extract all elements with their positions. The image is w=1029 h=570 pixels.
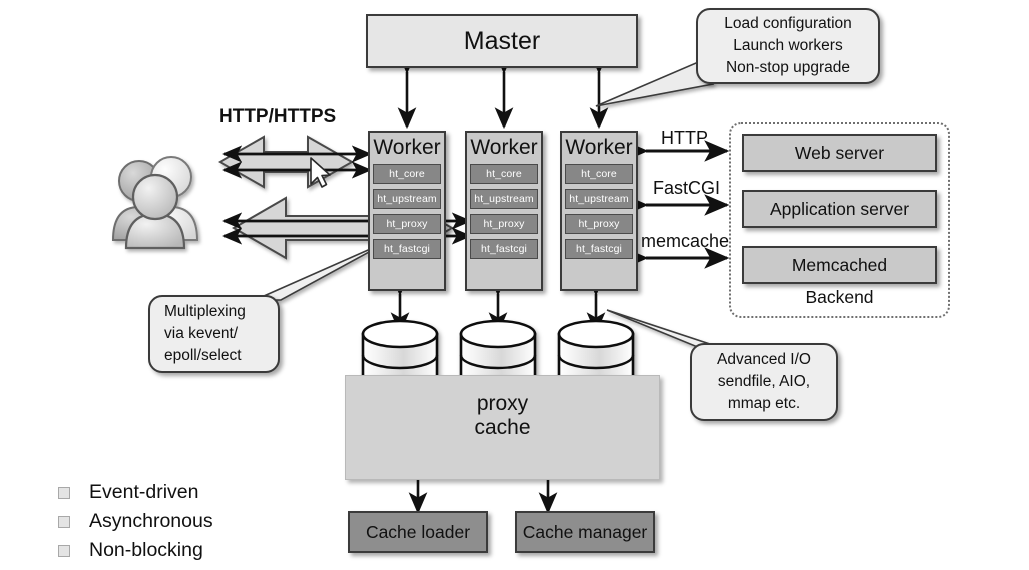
mouse-pointer-icon: [310, 157, 331, 188]
legend-item-event-driven-label: Event-driven: [89, 481, 199, 503]
worker-2-title: Worker: [470, 136, 538, 159]
worker-2-module-ht-upstream[interactable]: ht_upstream: [470, 189, 538, 209]
bullet-square-icon: [58, 515, 70, 528]
worker-cache-connectors: [390, 274, 606, 335]
worker-1-module-ht-fastcgi[interactable]: ht_fastcgi: [373, 239, 441, 259]
master-process-box[interactable]: Master: [366, 14, 638, 68]
proxy-cache-label: proxy cache: [474, 392, 530, 440]
callout-multiplexing-line2: via kevent/: [164, 325, 239, 342]
worker-1-module-ht-proxy[interactable]: ht_proxy: [373, 214, 441, 234]
diagram-canvas: Master Load configuration Launch workers…: [0, 0, 1029, 570]
worker-process-1[interactable]: Worker ht_core ht_upstream ht_proxy ht_f…: [368, 131, 446, 291]
worker-2-module-ht-proxy[interactable]: ht_proxy: [470, 214, 538, 234]
users-group-icon: [111, 156, 199, 250]
backend-group-label: Backend: [805, 287, 874, 307]
protocol-label-http: HTTP: [661, 128, 708, 148]
worker-1-title: Worker: [373, 136, 441, 159]
callout-multiplexing-line1: Multiplexing: [164, 303, 246, 320]
proxy-cache-title-line1: proxy: [476, 391, 529, 415]
callout-advanced-io: Advanced I/O sendfile, AIO, mmap etc.: [690, 343, 838, 421]
legend-item-event-driven: Event-driven: [58, 478, 213, 507]
feature-legend: Event-driven Asynchronous Non-blocking: [58, 478, 213, 565]
worker-process-3[interactable]: Worker ht_core ht_upstream ht_proxy ht_f…: [560, 131, 638, 291]
bullet-square-icon: [58, 544, 70, 557]
backend-memcached[interactable]: Memcached: [742, 246, 937, 284]
callout-multiplexing-line3: epoll/select: [164, 347, 242, 364]
backend-web-server-label: Web server: [794, 142, 885, 163]
callout-multiplexing: Multiplexing via kevent/ epoll/select: [148, 295, 280, 373]
callout-advanced-io-line1: Advanced I/O: [717, 351, 811, 368]
backend-web-server[interactable]: Web server: [742, 134, 937, 172]
callout-advanced-io-line3: mmap etc.: [727, 395, 801, 412]
callout-master-line1: Load configuration: [724, 15, 852, 32]
cache-loader-box[interactable]: Cache loader: [348, 511, 488, 553]
worker-3-module-ht-fastcgi[interactable]: ht_fastcgi: [565, 239, 633, 259]
backend-group: Web server Application server Memcached …: [729, 122, 950, 318]
worker-2-module-ht-core[interactable]: ht_core: [470, 164, 538, 184]
worker-3-title: Worker: [565, 136, 633, 159]
worker-3-module-ht-core[interactable]: ht_core: [565, 164, 633, 184]
master-label: Master: [463, 26, 541, 55]
backend-application-server-label: Application server: [769, 198, 910, 219]
master-worker-connectors: [397, 52, 609, 130]
worker-1-module-ht-core[interactable]: ht_core: [373, 164, 441, 184]
proxy-cache-title-line2: cache: [474, 415, 531, 439]
callout-advanced-io-line2: sendfile, AIO,: [717, 373, 811, 390]
client-traffic-arrow-upper: [217, 135, 355, 189]
callout-master-line2: Launch workers: [733, 37, 843, 54]
legend-item-asynchronous-label: Asynchronous: [89, 510, 213, 532]
legend-item-asynchronous: Asynchronous: [58, 507, 213, 536]
protocol-label-fastcgi: FastCGI: [653, 178, 721, 198]
worker-3-module-ht-upstream[interactable]: ht_upstream: [565, 189, 633, 209]
proxy-cache-panel[interactable]: proxy cache: [345, 375, 660, 480]
cache-process-connectors: [408, 458, 558, 515]
protocol-label-memcache: memcache: [641, 231, 730, 251]
worker-process-2[interactable]: Worker ht_core ht_upstream ht_proxy ht_f…: [465, 131, 543, 291]
backend-memcached-label: Memcached: [791, 254, 888, 275]
legend-item-non-blocking: Non-blocking: [58, 536, 213, 565]
client-protocol-label: HTTP/HTTPS: [219, 106, 337, 127]
callout-master-duties: Load configuration Launch workers Non-st…: [696, 8, 880, 84]
worker-1-module-ht-upstream[interactable]: ht_upstream: [373, 189, 441, 209]
legend-item-non-blocking-label: Non-blocking: [89, 539, 203, 561]
cache-loader-label: Cache loader: [365, 521, 471, 542]
client-request-lines-upper: [222, 145, 372, 179]
worker-2-module-ht-fastcgi[interactable]: ht_fastcgi: [470, 239, 538, 259]
bullet-square-icon: [58, 486, 70, 499]
worker-3-module-ht-proxy[interactable]: ht_proxy: [565, 214, 633, 234]
cache-manager-box[interactable]: Cache manager: [515, 511, 655, 553]
callout-master-line3: Non-stop upgrade: [725, 59, 851, 76]
backend-application-server[interactable]: Application server: [742, 190, 937, 228]
cache-manager-label: Cache manager: [522, 521, 648, 542]
